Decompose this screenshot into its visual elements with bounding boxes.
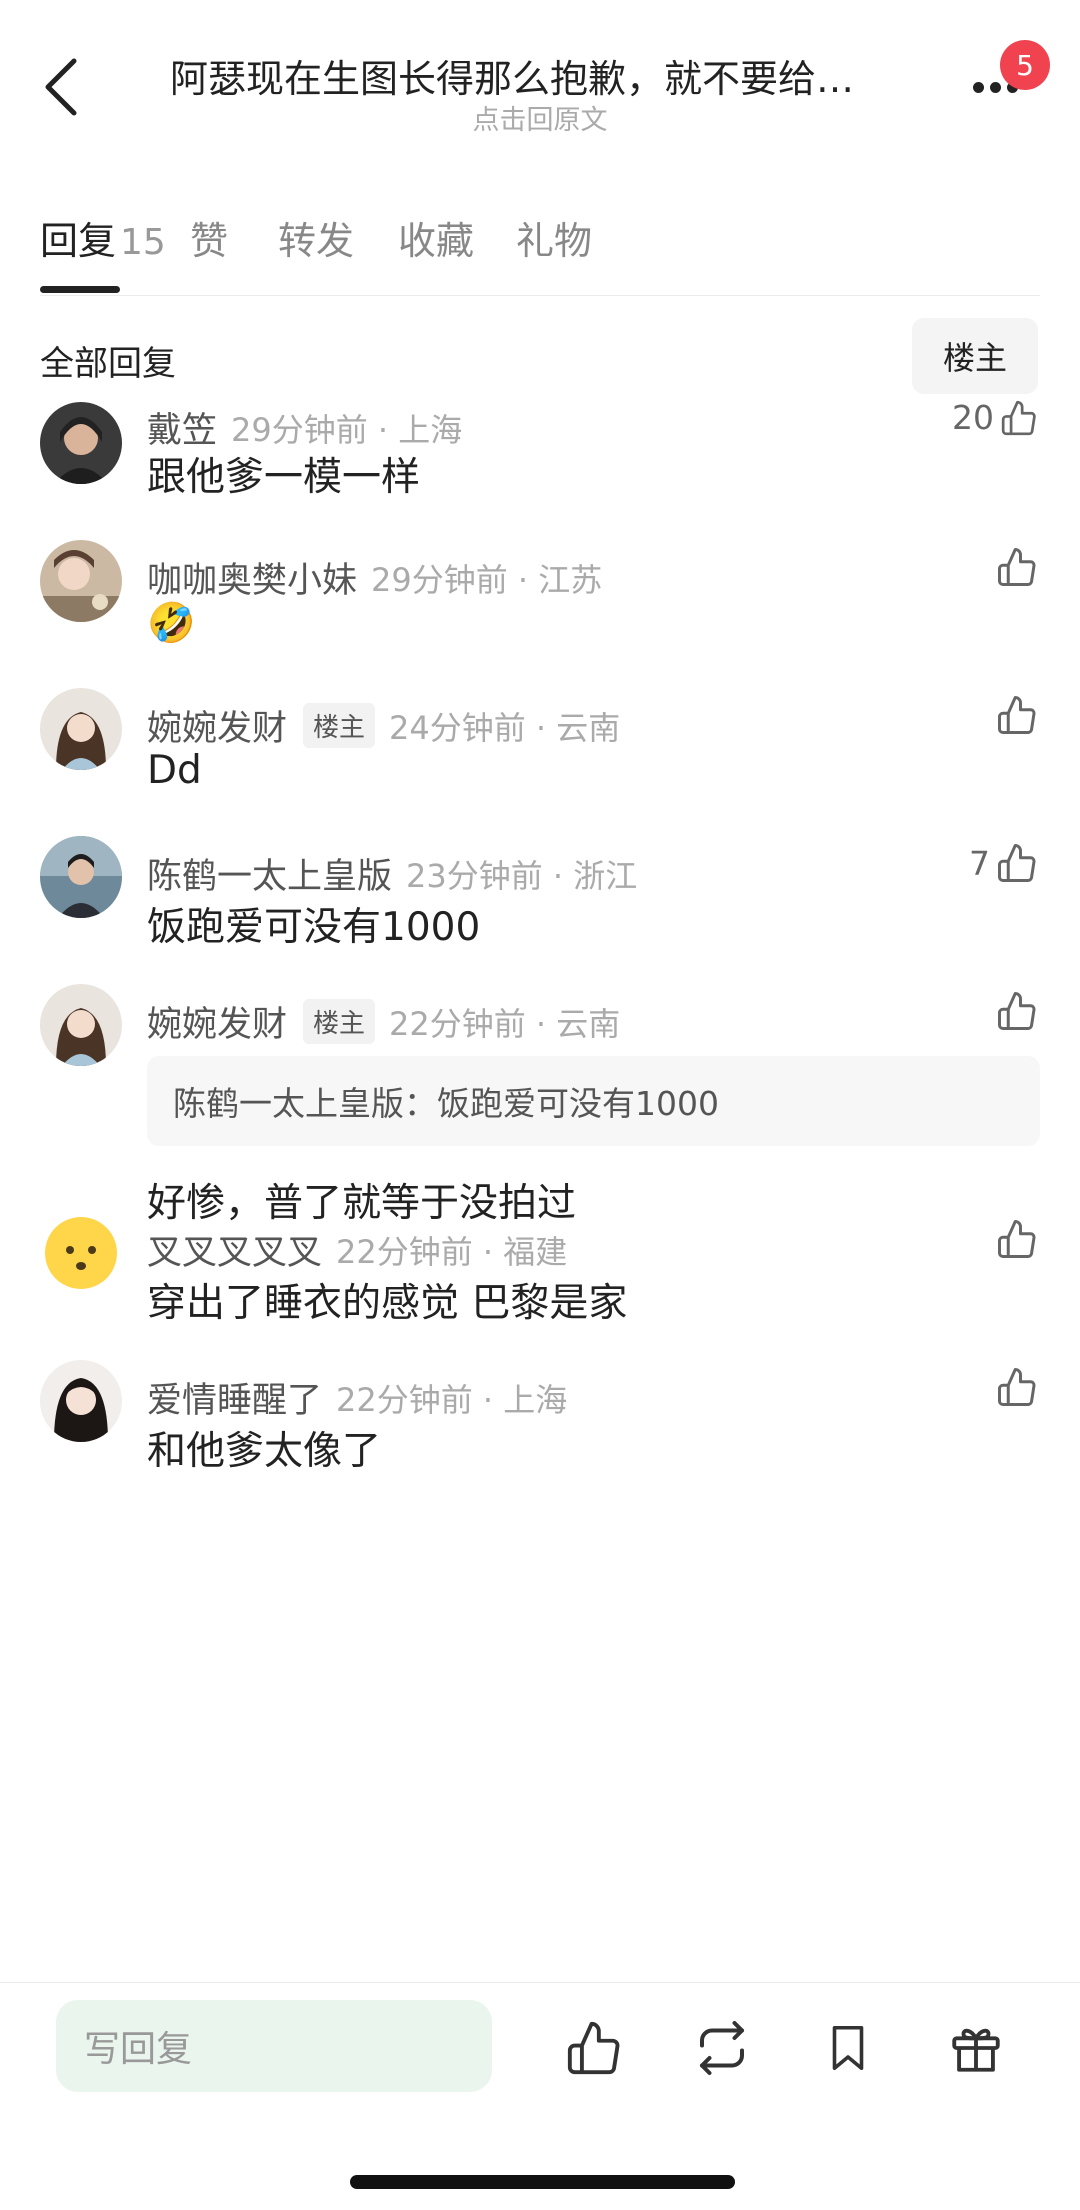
reply-input[interactable]: 写回复 (56, 2000, 492, 2092)
active-tab-indicator (40, 286, 120, 293)
thumbs-up-icon (998, 844, 1036, 882)
gift-button[interactable] (944, 2016, 1008, 2080)
thumbs-up-icon (998, 1368, 1036, 1406)
timestamp: 24分钟前 · 云南 (389, 708, 621, 747)
more-dots-icon (972, 81, 984, 93)
owner-tag: 楼主 (303, 999, 376, 1044)
comment-text: 饭跑爱可没有1000 (147, 905, 481, 950)
timestamp: 22分钟前 · 云南 (389, 1004, 621, 1043)
avatar[interactable] (40, 1212, 122, 1294)
like-button[interactable]: 7 (969, 842, 1038, 884)
like-button[interactable] (990, 990, 1038, 1032)
avatar[interactable] (40, 402, 122, 484)
all-replies-heading: 全部回复 (40, 344, 176, 384)
divider (40, 295, 1040, 296)
like-button[interactable] (990, 1218, 1038, 1260)
like-button[interactable] (990, 1366, 1038, 1408)
owner-tag: 楼主 (303, 703, 376, 748)
bookmark-button[interactable] (816, 2016, 880, 2080)
tab-likes[interactable]: 赞 (190, 210, 228, 265)
repost-button[interactable] (690, 2016, 754, 2080)
view-original-link[interactable]: 点击回原文 (0, 98, 1080, 137)
thumbs-up-icon (998, 548, 1036, 586)
thumbs-up-icon (998, 1220, 1036, 1258)
thumbs-up-icon (998, 696, 1036, 734)
avatar[interactable] (40, 688, 122, 770)
header: 阿瑟现在生图长得那么抱歉，就不要给… 点击回原文 5 (0, 0, 1080, 160)
notification-badge: 5 (1000, 40, 1050, 90)
username[interactable]: 爱情睡醒了 (147, 1372, 322, 1423)
divider (0, 1982, 1080, 1983)
repost-icon (700, 2021, 744, 2075)
like-button[interactable] (990, 694, 1038, 736)
timestamp: 29分钟前 · 上海 (231, 410, 463, 449)
avatar[interactable] (40, 540, 122, 622)
like-count: 20 (952, 400, 994, 437)
timestamp: 22分钟前 · 福建 (336, 1232, 568, 1271)
thumbs-up-icon (567, 2021, 620, 2075)
thumbs-up-icon (1001, 400, 1036, 435)
avatar[interactable] (40, 1360, 122, 1442)
avatar[interactable] (40, 836, 122, 918)
tab-favorites[interactable]: 收藏 (398, 210, 474, 265)
tab-replies[interactable]: 回复 15 (40, 210, 166, 265)
replies-count: 15 (120, 222, 166, 263)
avatar[interactable] (40, 984, 122, 1066)
username[interactable]: 叉叉叉叉叉 (147, 1224, 322, 1275)
quoted-reply[interactable]: 陈鹤一太上皇版：饭跑爱可没有1000 (147, 1056, 1040, 1146)
comment-text: 好惨，普了就等于没拍过 (147, 1181, 577, 1226)
comment-text: Dd (147, 748, 202, 793)
tab-bar: 回复 15 赞 转发 收藏 礼物 (40, 200, 1040, 300)
comment-text: 跟他爹一模一样 (147, 455, 421, 500)
like-button[interactable] (990, 546, 1038, 588)
gift-icon (952, 2028, 1000, 2072)
username[interactable]: 咖咖奥樊小妹 (147, 552, 357, 603)
comment-emoji: 🤣 (147, 601, 196, 646)
thumbs-up-icon (998, 992, 1036, 1030)
owner-only-button[interactable]: 楼主 (912, 318, 1038, 394)
username[interactable]: 婉婉发财 (147, 996, 287, 1047)
username[interactable]: 陈鹤一太上皇版 (147, 848, 392, 899)
like-post-button[interactable] (562, 2016, 626, 2080)
comment-text: 穿出了睡衣的感觉 巴黎是家 (147, 1281, 628, 1326)
tab-reposts[interactable]: 转发 (278, 210, 354, 265)
like-count: 7 (969, 843, 990, 883)
comment-text: 和他爹太像了 (147, 1429, 382, 1474)
tab-gifts[interactable]: 礼物 (516, 210, 592, 265)
home-indicator (350, 2175, 735, 2189)
bookmark-icon (832, 2025, 864, 2071)
timestamp: 29分钟前 · 江苏 (371, 560, 603, 599)
username[interactable]: 婉婉发财 (147, 700, 287, 751)
timestamp: 22分钟前 · 上海 (336, 1380, 568, 1419)
comment-list: 戴笠 29分钟前 · 上海 20 跟他爹一模一样 咖咖奥樊小妹 29分钟前 · … (0, 400, 1080, 1980)
like-button[interactable]: 20 (952, 400, 1038, 437)
page-title[interactable]: 阿瑟现在生图长得那么抱歉，就不要给… (170, 48, 910, 103)
timestamp: 23分钟前 · 浙江 (406, 856, 638, 895)
